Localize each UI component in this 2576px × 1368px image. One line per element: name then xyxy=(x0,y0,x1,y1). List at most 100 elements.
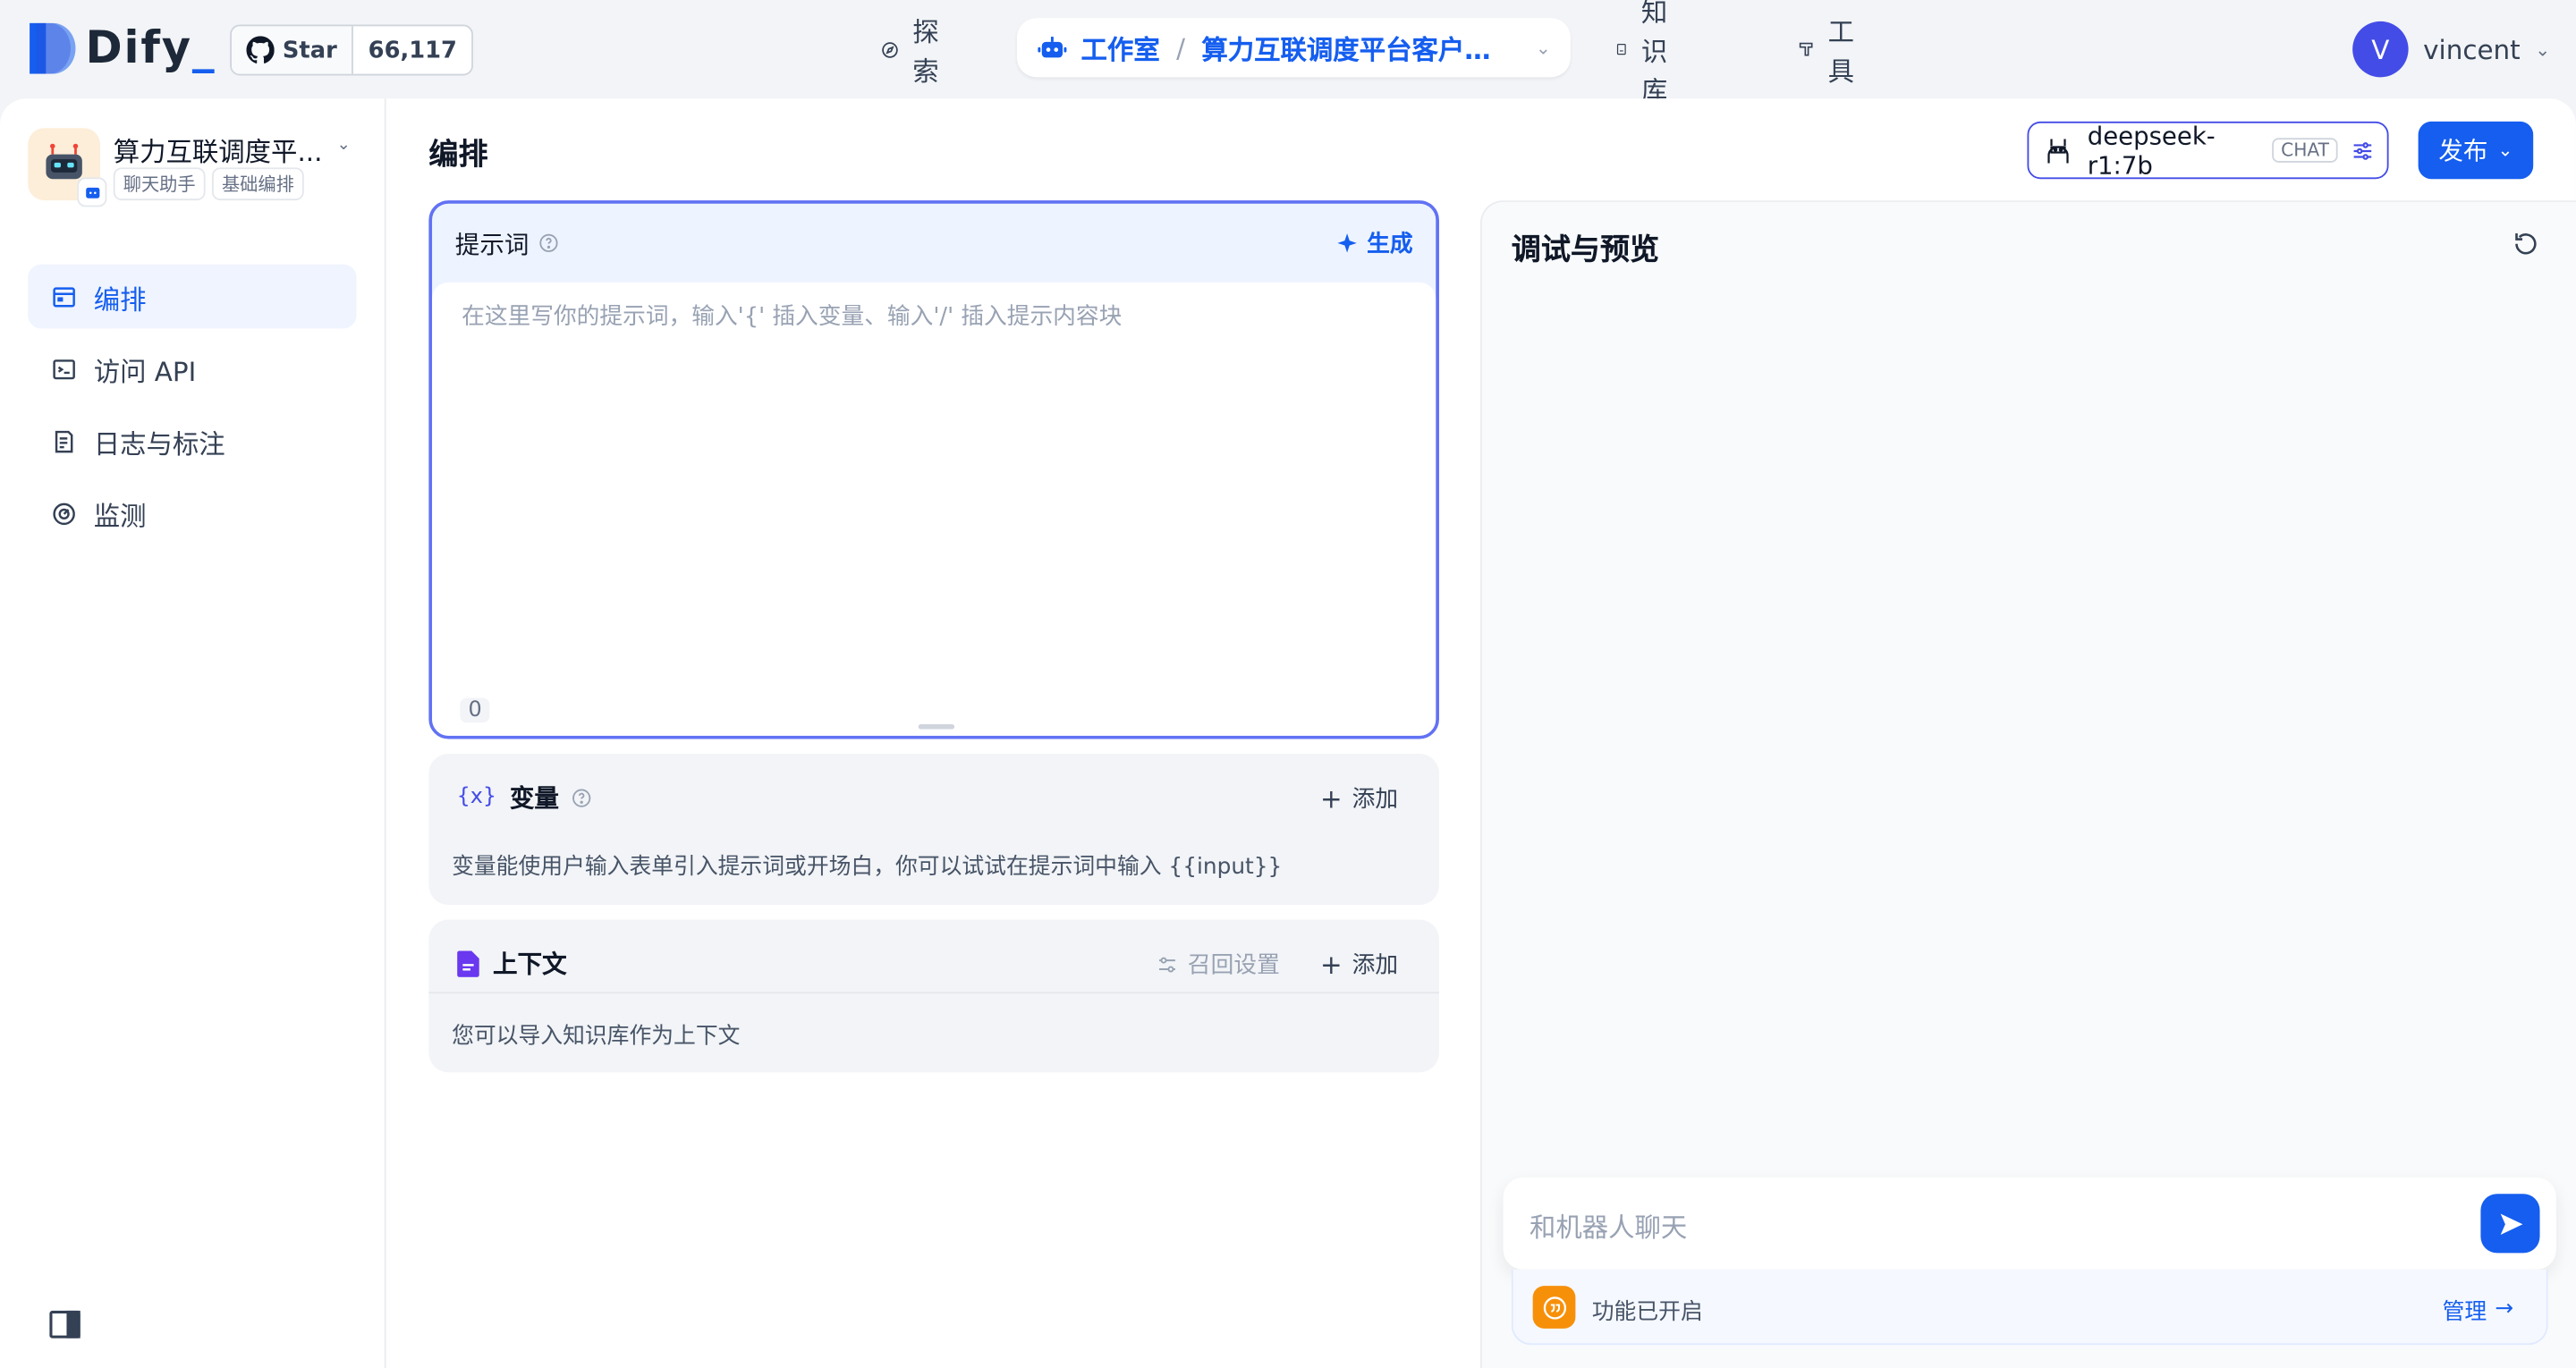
arrow-right-icon: → xyxy=(2495,1296,2514,1322)
terminal-icon xyxy=(53,359,75,379)
send-icon xyxy=(2499,1212,2522,1235)
quote-icon xyxy=(1532,1286,1576,1329)
variables-label: 变量 xyxy=(509,783,559,814)
add-label: 添加 xyxy=(1352,786,1399,814)
variable-icon: {x} xyxy=(456,784,497,810)
app-header[interactable]: 算力互联调度平... ⌄ 聊天助手 基础编排 xyxy=(28,128,365,207)
refresh-button[interactable] xyxy=(2512,230,2539,265)
nav-studio-label: 工作室 xyxy=(1080,34,1160,66)
sidebar: 算力互联调度平... ⌄ 聊天助手 基础编排 编排 访问 API 日志与标注 监… xyxy=(0,98,386,1368)
layout-icon xyxy=(53,286,75,307)
prompt-label: 提示词 xyxy=(454,229,530,259)
sidebar-collapse-button[interactable] xyxy=(49,1310,80,1346)
nav-tools-label: 工具 xyxy=(1827,16,1855,88)
publish-label: 发布 xyxy=(2438,136,2488,166)
context-label: 上下文 xyxy=(493,949,567,979)
help-icon[interactable] xyxy=(538,233,558,253)
nav-tools[interactable]: 工具 xyxy=(1797,16,1862,87)
app-type-tag: 聊天助手 xyxy=(113,167,206,201)
dashboard-icon xyxy=(53,502,75,525)
file-list-icon xyxy=(55,429,73,452)
user-name: vincent xyxy=(2423,33,2521,65)
sidebar-item-orchestrate[interactable]: 编排 xyxy=(28,264,357,329)
model-mode-badge: CHAT xyxy=(2272,138,2338,163)
sidebar-item-label: 监测 xyxy=(93,500,147,532)
app-title: 算力互联调度平... xyxy=(113,136,323,168)
nav-explore[interactable]: 探索 xyxy=(880,16,947,87)
add-context-button[interactable]: + 添加 xyxy=(1320,948,1398,981)
plus-icon: + xyxy=(1319,948,1343,980)
github-star-count: 66,117 xyxy=(368,37,457,63)
variables-card: {x} 变量 + 添加 变量能使用户输入表单引入提示词或开场白，你可以试试在提示… xyxy=(428,754,1439,906)
settings-sliders-icon[interactable] xyxy=(2351,137,2374,163)
app-tags: 聊天助手 基础编排 xyxy=(113,167,304,201)
context-card: 上下文 召回设置 + 添加 您可以导入知识库作为上下文 xyxy=(428,919,1439,1073)
manage-link[interactable]: 管理 → xyxy=(2443,1292,2514,1325)
generate-label: 生成 xyxy=(1367,231,1413,258)
feature-status: 功能已开启 xyxy=(1591,1298,1703,1326)
chevron-down-icon: ⌄ xyxy=(2497,139,2513,161)
dify-logo-icon xyxy=(30,22,76,74)
chat-input-placeholder: 和机器人聊天 xyxy=(1529,1212,1688,1244)
brand-name: Dify_ xyxy=(85,22,216,74)
sidebar-item-api[interactable]: 访问 API xyxy=(28,337,356,401)
debug-title: 调试与预览 xyxy=(1511,232,1660,268)
publish-button[interactable]: 发布 ⌄ xyxy=(2418,121,2534,180)
sidebar-item-label: 编排 xyxy=(93,283,147,315)
help-icon[interactable] xyxy=(572,788,592,807)
robot-icon xyxy=(1038,36,1067,57)
settings-sliders-icon xyxy=(1159,956,1175,972)
nav-knowledge-label: 知识库 xyxy=(1640,0,1668,107)
chat-badge-icon xyxy=(77,177,107,207)
prompt-editor-card: 提示词 生成 在这里写你的提示词，输入'{' 插入变量、输入'/' 插入提示内容… xyxy=(428,200,1439,739)
hammer-icon xyxy=(1799,42,1813,56)
github-icon xyxy=(246,36,275,63)
main-panel: 算力互联调度平... ⌄ 聊天助手 基础编排 编排 访问 API 日志与标注 监… xyxy=(0,98,2576,1368)
debug-preview-panel: 调试与预览 和机器人聊天 功能已开启 管理 → xyxy=(1479,200,2576,1368)
divider xyxy=(428,992,1439,994)
sidebar-menu: 编排 访问 API 日志与标注 监测 xyxy=(28,264,357,553)
nav-knowledge[interactable]: 知识库 xyxy=(1614,0,1680,106)
manage-label: 管理 xyxy=(2442,1298,2487,1326)
dify-logo[interactable]: Dify_ xyxy=(30,22,216,74)
nav-explore-label: 探索 xyxy=(912,16,939,88)
feature-bar: 功能已开启 管理 → xyxy=(1511,1269,2548,1346)
variables-description: 变量能使用户输入表单引入提示词或开场白，你可以试试在提示词中输入 {{input… xyxy=(452,854,1283,881)
prompt-header: 提示词 生成 xyxy=(432,204,1436,283)
recall-label: 召回设置 xyxy=(1187,952,1280,979)
breadcrumb-separator: / xyxy=(1176,31,1186,63)
avatar: V xyxy=(2352,21,2409,78)
model-selector[interactable]: deepseek-r1:7b CHAT xyxy=(2027,120,2389,181)
page-title: 编排 xyxy=(428,138,488,173)
sidebar-item-monitoring[interactable]: 监测 xyxy=(28,481,356,545)
breadcrumb-app-name[interactable]: 算力互联调度平台客户小... xyxy=(1201,28,1507,67)
sidebar-item-logs[interactable]: 日志与标注 xyxy=(28,409,356,473)
github-star-widget[interactable]: Star 66,117 xyxy=(230,24,474,76)
chevron-down-icon[interactable]: ⌄ xyxy=(1536,37,1551,58)
chevron-down-icon[interactable]: ⌄ xyxy=(337,136,351,154)
book-icon xyxy=(1616,43,1626,55)
prompt-textarea[interactable]: 在这里写你的提示词，输入'{' 插入变量、输入'/' 插入提示内容块 0 xyxy=(432,282,1436,736)
model-name: deepseek-r1:7b xyxy=(2087,120,2216,181)
nav-studio[interactable]: 工作室 / 算力互联调度平台客户小... ⌄ xyxy=(1016,18,1571,78)
context-description: 您可以导入知识库作为上下文 xyxy=(452,1023,741,1050)
sidebar-item-label: 日志与标注 xyxy=(93,427,225,460)
recall-settings-button[interactable]: 召回设置 xyxy=(1157,948,1280,981)
resize-handle[interactable] xyxy=(918,723,955,730)
add-label: 添加 xyxy=(1352,952,1399,979)
chat-input[interactable]: 和机器人聊天 xyxy=(1503,1177,2556,1270)
add-variable-button[interactable]: + 添加 xyxy=(1320,781,1398,815)
sidebar-item-label: 访问 API xyxy=(93,355,197,387)
app-avatar xyxy=(28,128,107,207)
llama-icon xyxy=(2047,138,2069,163)
user-menu[interactable]: V vincent ⌄ xyxy=(2352,21,2551,78)
send-button[interactable] xyxy=(2480,1194,2540,1254)
chevron-down-icon: ⌄ xyxy=(2535,38,2551,61)
context-header: 上下文 xyxy=(457,946,567,981)
github-star-label: Star xyxy=(282,37,337,63)
top-bar: Dify_ Star 66,117 探索 工作室 / 算力互联调度平台客户小..… xyxy=(0,0,2576,106)
generate-button[interactable]: 生成 xyxy=(1335,226,1413,259)
refresh-icon xyxy=(2515,233,2537,255)
document-icon xyxy=(457,950,479,976)
char-count: 0 xyxy=(460,697,490,723)
